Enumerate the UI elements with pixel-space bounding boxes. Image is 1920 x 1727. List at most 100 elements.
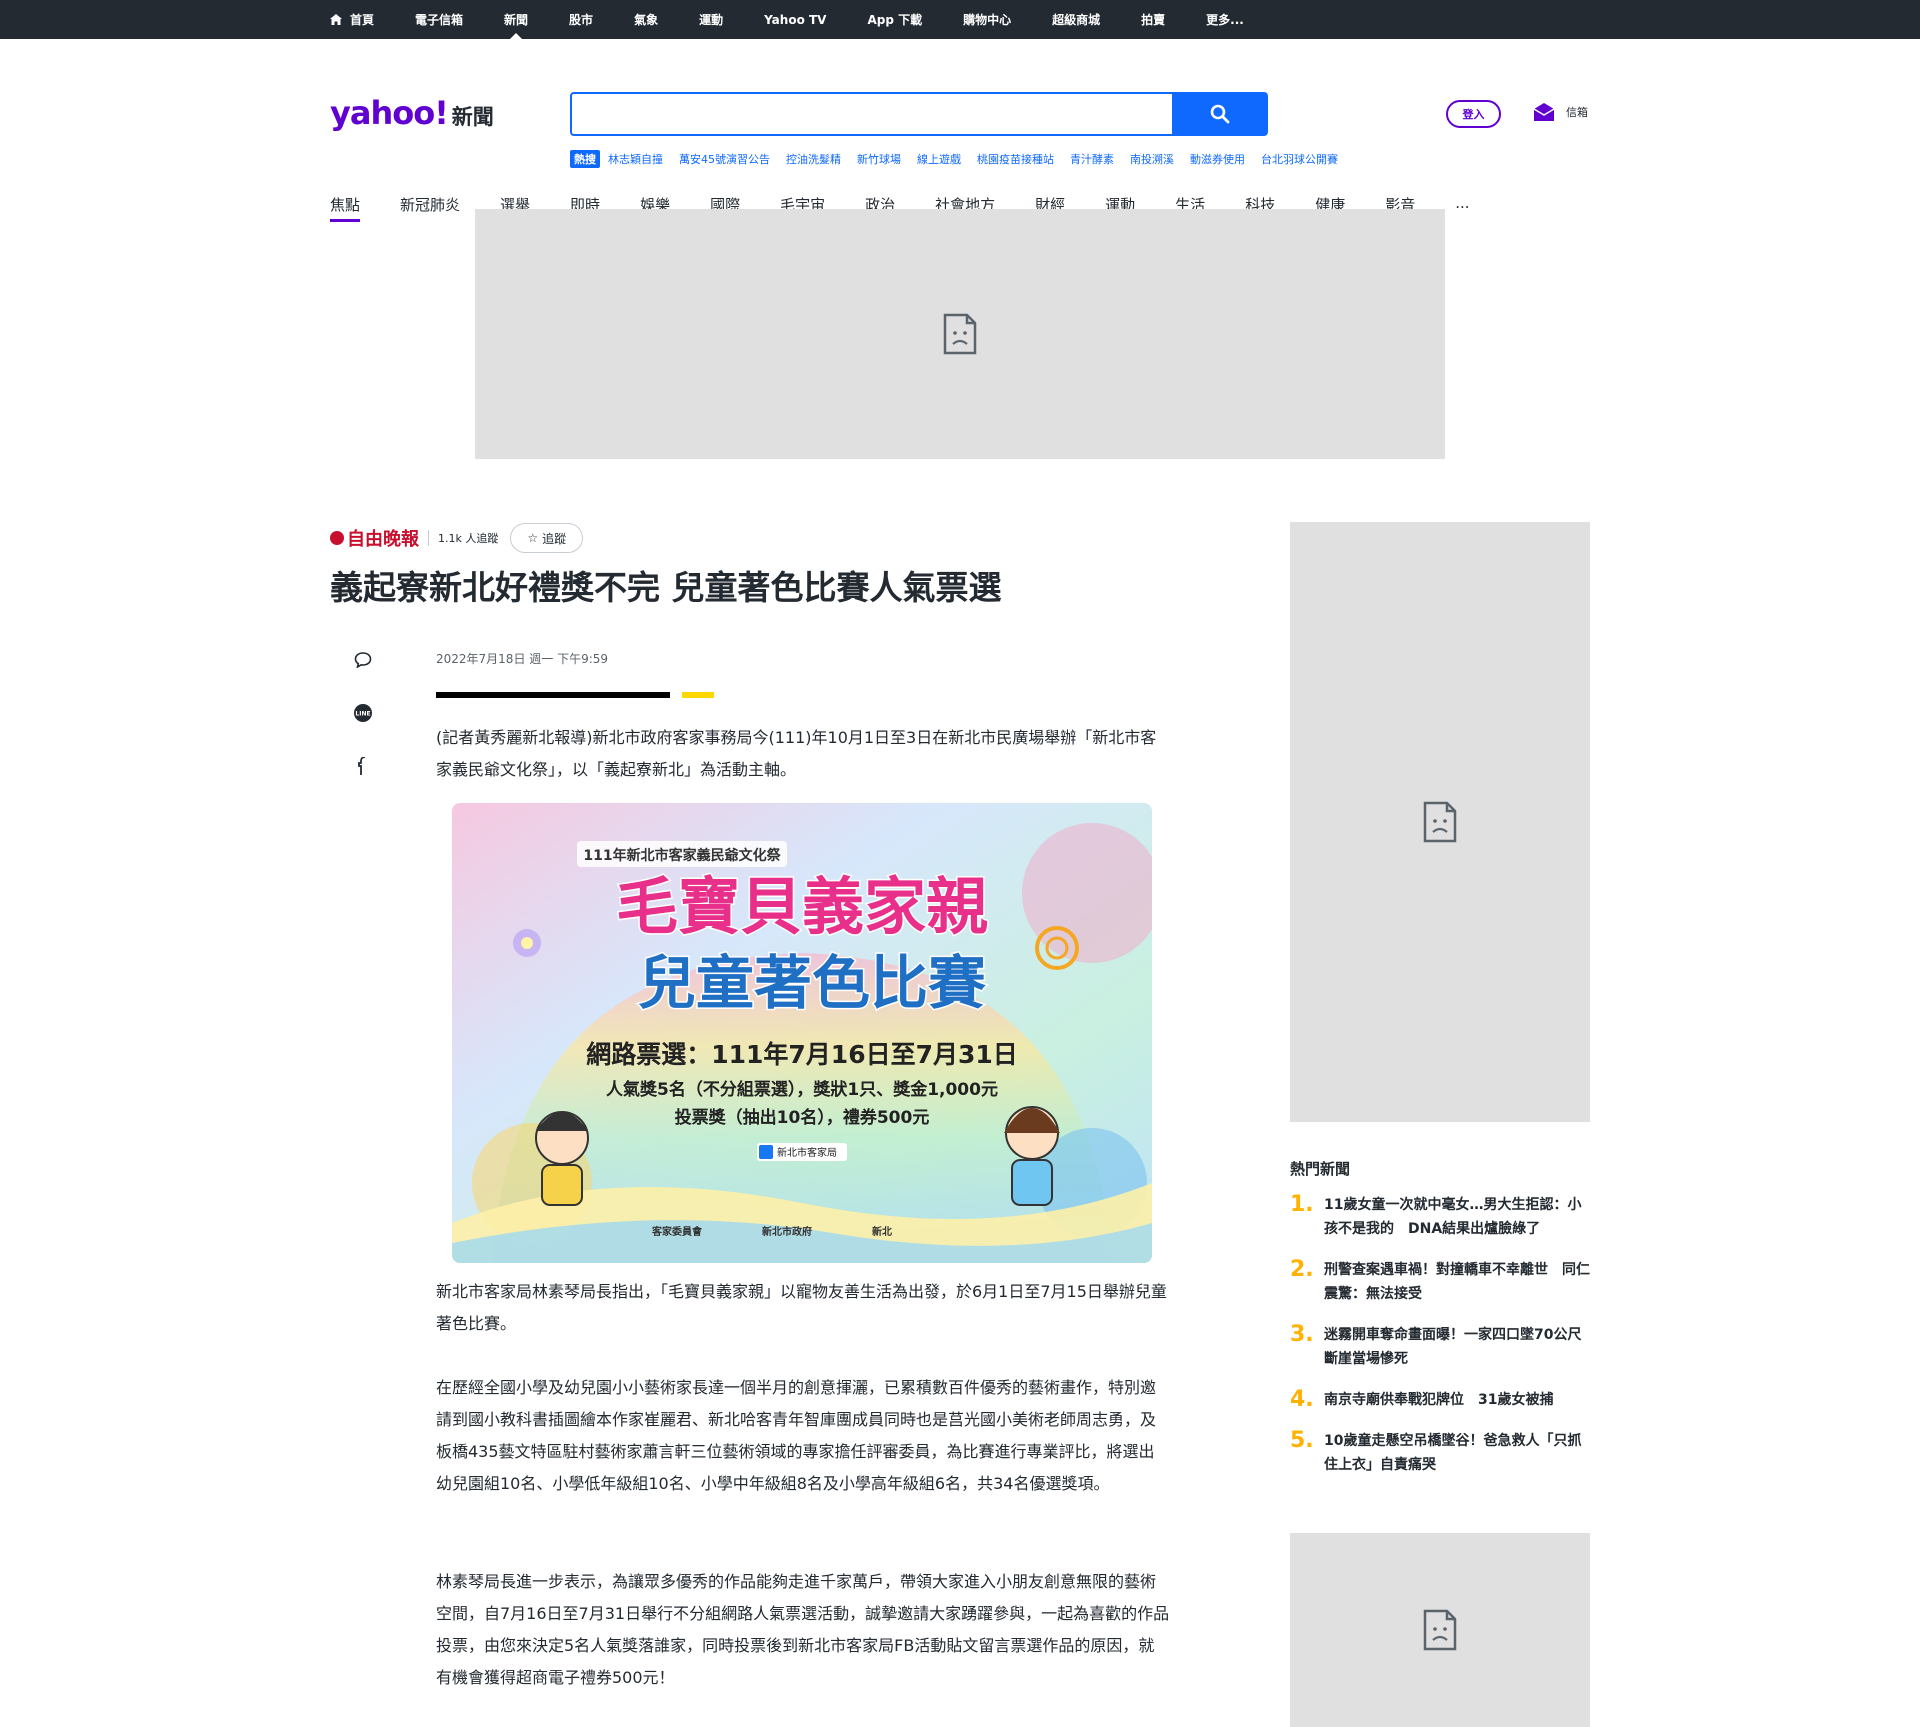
hot-news-item[interactable]: 3. 迷霧開車奪命畫面曝！一家四口墜70公尺斷崖當場慘死 (1290, 1323, 1590, 1371)
comment-button[interactable] (351, 648, 375, 672)
hot-news-item[interactable]: 2. 刑警查案遇車禍！對撞轎車不幸離世 同仁震驚：無法接受 (1290, 1258, 1590, 1306)
hot-news-item[interactable]: 1. 11歲女童一次就中毫女…男大生拒認：小孩不是我的 DNA結果出爐臉綠了 (1290, 1193, 1590, 1241)
topnav-label: 電子信箱 (415, 13, 464, 27)
article-image-poster[interactable]: 111年新北市客家義民爺文化祭 毛寶貝義家親 兒童著色比賽 網路票選：111年7… (452, 803, 1152, 1263)
hot-news-rank: 1. (1290, 1192, 1314, 1217)
yahoo-news-logo[interactable]: yahoo! 新聞 (330, 94, 494, 132)
trending-tag: 熱搜 (570, 150, 600, 168)
topnav-item-3[interactable]: 股市 (569, 0, 593, 39)
article-paragraph-4: 林素琴局長進一步表示，為讓眾多優秀的作品能夠走進千家萬戶，帶領大家進入小朋友創意… (436, 1572, 1170, 1687)
article-paragraph-1: (記者黃秀麗新北報導)新北市政府客家事務局今(111)年10月1日至3日在新北市… (436, 728, 1157, 779)
topnav-label: 新聞 (504, 13, 529, 27)
topnav-label: 首頁 (350, 13, 375, 27)
topnav-label: 拍賣 (1141, 13, 1166, 27)
hot-news-list: 1. 11歲女童一次就中毫女…男大生拒認：小孩不是我的 DNA結果出爐臉綠了 2. 刑… (1290, 1193, 1590, 1477)
trending-link-0[interactable]: 林志穎自撞 (608, 151, 663, 167)
line-share-button[interactable]: LINE (351, 701, 375, 725)
poster-sponsor-1: 客家委員會 (651, 1225, 703, 1238)
poster-prize-1: 人氣獎5名（不分組票選），獎狀1只、獎金1,000元 (606, 1079, 998, 1100)
ad-banner-top[interactable] (475, 209, 1445, 459)
topnav-item-9[interactable]: 超級商城 (1052, 0, 1100, 39)
mail-link[interactable]: 信箱 (1532, 101, 1588, 123)
topnav-item-10[interactable]: 拍賣 (1141, 0, 1165, 39)
header: yahoo! 新聞 登入 信箱 熱搜 林志穎自撞 萬安45號演習公告 控油洗髮精 新竹… (0, 39, 1920, 222)
hot-news-headline: 南京寺廟供奉戰犯牌位 31歲女被捕 (1324, 1392, 1554, 1408)
hot-news-item[interactable]: 4. 南京寺廟供奉戰犯牌位 31歲女被捕 (1290, 1388, 1590, 1412)
divider (428, 530, 429, 546)
search-icon (1210, 104, 1230, 124)
mail-label: 信箱 (1566, 106, 1588, 119)
top-navigation-bar: 首頁 電子信箱 新聞 股市 氣象 運動 Yahoo TV App 下載 購物中心 超級商城 拍賣 更多… (0, 0, 1920, 39)
search-bar (570, 92, 1268, 136)
search-button[interactable] (1172, 92, 1268, 136)
topnav-label: 股市 (569, 13, 594, 27)
logo-section: 新聞 (451, 105, 494, 129)
trending-link-3[interactable]: 新竹球場 (857, 151, 901, 167)
hot-news-rank: 3. (1290, 1322, 1314, 1347)
trending-searches: 熱搜 林志穎自撞 萬安45號演習公告 控油洗髮精 新竹球場 線上遊戲 桃園疫苗接種站 青汁酵… (570, 150, 1354, 168)
ad-sidebar-1[interactable] (1290, 522, 1590, 1122)
facebook-icon (358, 757, 366, 775)
follower-count: 1.1k 人追蹤 (438, 532, 499, 545)
article-title: 義起寮新北好禮獎不完 兒童著色比賽人氣票選 (330, 568, 1002, 607)
trending-link-4[interactable]: 線上遊戲 (917, 151, 961, 167)
follow-label: 追蹤 (542, 531, 567, 546)
hot-news-title: 熱門新聞 (1290, 1160, 1351, 1178)
trending-link-6[interactable]: 青汁酵素 (1070, 151, 1114, 167)
ad-sidebar-2[interactable] (1290, 1533, 1590, 1727)
article-paragraph-2: 新北市客家局林素琴局長指出，「毛寶貝義家親」以寵物友善生活為出發，於6月1日至7… (436, 1282, 1167, 1333)
topnav-item-7[interactable]: App 下載 (867, 0, 922, 39)
poster-vote-dates: 網路票選：111年7月16日至7月31日 (586, 1040, 1018, 1069)
article-paragraph-3: 在歷經全國小學及幼兒園小小藝術家長達一個半月的創意揮灑，已累積數百件優秀的藝術畫… (436, 1378, 1157, 1493)
top-nav-list: 首頁 電子信箱 新聞 股市 氣象 運動 Yahoo TV App 下載 購物中心 超級商城 拍賣 更多… (330, 0, 1285, 39)
poster-event-text: 111年新北市客家義民爺文化祭 (583, 847, 781, 864)
article-date: 2022年7月18日 週一 下午9:59 (436, 652, 609, 666)
trending-link-2[interactable]: 控油洗髮精 (786, 151, 841, 167)
hot-news-rank: 4. (1290, 1387, 1314, 1412)
hot-news-headline: 迷霧開車奪命畫面曝！一家四口墜70公尺斷崖當場慘死 (1324, 1327, 1582, 1367)
trending-link-5[interactable]: 桃園疫苗接種站 (977, 151, 1054, 167)
trending-link-1[interactable]: 萬安45號演習公告 (679, 151, 770, 167)
category-tab-1[interactable]: 新冠肺炎 (400, 194, 460, 222)
topnav-item-2[interactable]: 新聞 (504, 0, 528, 39)
provider-logo[interactable]: 自由晚報 (330, 525, 419, 551)
topnav-item-0[interactable]: 首頁 (330, 0, 374, 39)
topnav-item-6[interactable]: Yahoo TV (764, 0, 826, 39)
mail-icon (1533, 103, 1555, 121)
hot-news-rank: 5. (1290, 1428, 1314, 1453)
home-icon (330, 14, 342, 25)
article-provider: 自由晚報 1.1k 人追蹤 ☆ 追蹤 (330, 523, 584, 553)
trending-link-7[interactable]: 南投溯溪 (1130, 151, 1174, 167)
provider-name: 自由晚報 (347, 529, 419, 550)
divider-bars (436, 692, 716, 698)
topnav-label: 運動 (699, 13, 724, 27)
trending-link-8[interactable]: 動滋券使用 (1190, 151, 1245, 167)
poster-fb-page: 新北市客家局 (777, 1146, 837, 1159)
hot-news-module: 熱門新聞 1. 11歲女童一次就中毫女…男大生拒認：小孩不是我的 DNA結果出爐臉… (1290, 1158, 1590, 1494)
category-tab-15[interactable]: ... (1455, 194, 1469, 222)
poster-prize-2: 投票獎（抽出10名），禮券500元 (675, 1107, 930, 1128)
hot-news-headline: 10歲童走懸空吊橋墜谷！爸急救人「只抓住上衣」自責痛哭 (1324, 1433, 1582, 1473)
poster-sponsor-2: 新北市政府 (762, 1225, 812, 1238)
facebook-share-button[interactable] (351, 754, 375, 778)
trending-link-9[interactable]: 台北羽球公開賽 (1261, 151, 1338, 167)
hot-news-rank: 2. (1290, 1257, 1314, 1282)
star-icon: ☆ (527, 531, 539, 545)
logo-brand: yahoo! (330, 94, 449, 132)
follow-button[interactable]: ☆ 追蹤 (510, 523, 584, 553)
topnav-item-4[interactable]: 氣象 (634, 0, 658, 39)
category-tab-0[interactable]: 焦點 (330, 194, 361, 222)
topnav-label: 氣象 (634, 13, 659, 27)
line-icon: LINE (354, 704, 372, 722)
search-input[interactable] (570, 92, 1172, 136)
topnav-item-5[interactable]: 運動 (699, 0, 723, 39)
share-bar: LINE (351, 648, 375, 807)
broken-image-icon (1423, 1609, 1457, 1651)
hot-news-item[interactable]: 5. 10歲童走懸空吊橋墜谷！爸急救人「只抓住上衣」自責痛哭 (1290, 1429, 1590, 1477)
topnav-item-11[interactable]: 更多... (1206, 0, 1244, 39)
topnav-label: 超級商城 (1052, 13, 1101, 27)
hot-news-headline: 11歲女童一次就中毫女…男大生拒認：小孩不是我的 DNA結果出爐臉綠了 (1324, 1197, 1582, 1237)
signin-button[interactable]: 登入 (1446, 100, 1501, 128)
topnav-item-1[interactable]: 電子信箱 (415, 0, 463, 39)
topnav-item-8[interactable]: 購物中心 (963, 0, 1011, 39)
